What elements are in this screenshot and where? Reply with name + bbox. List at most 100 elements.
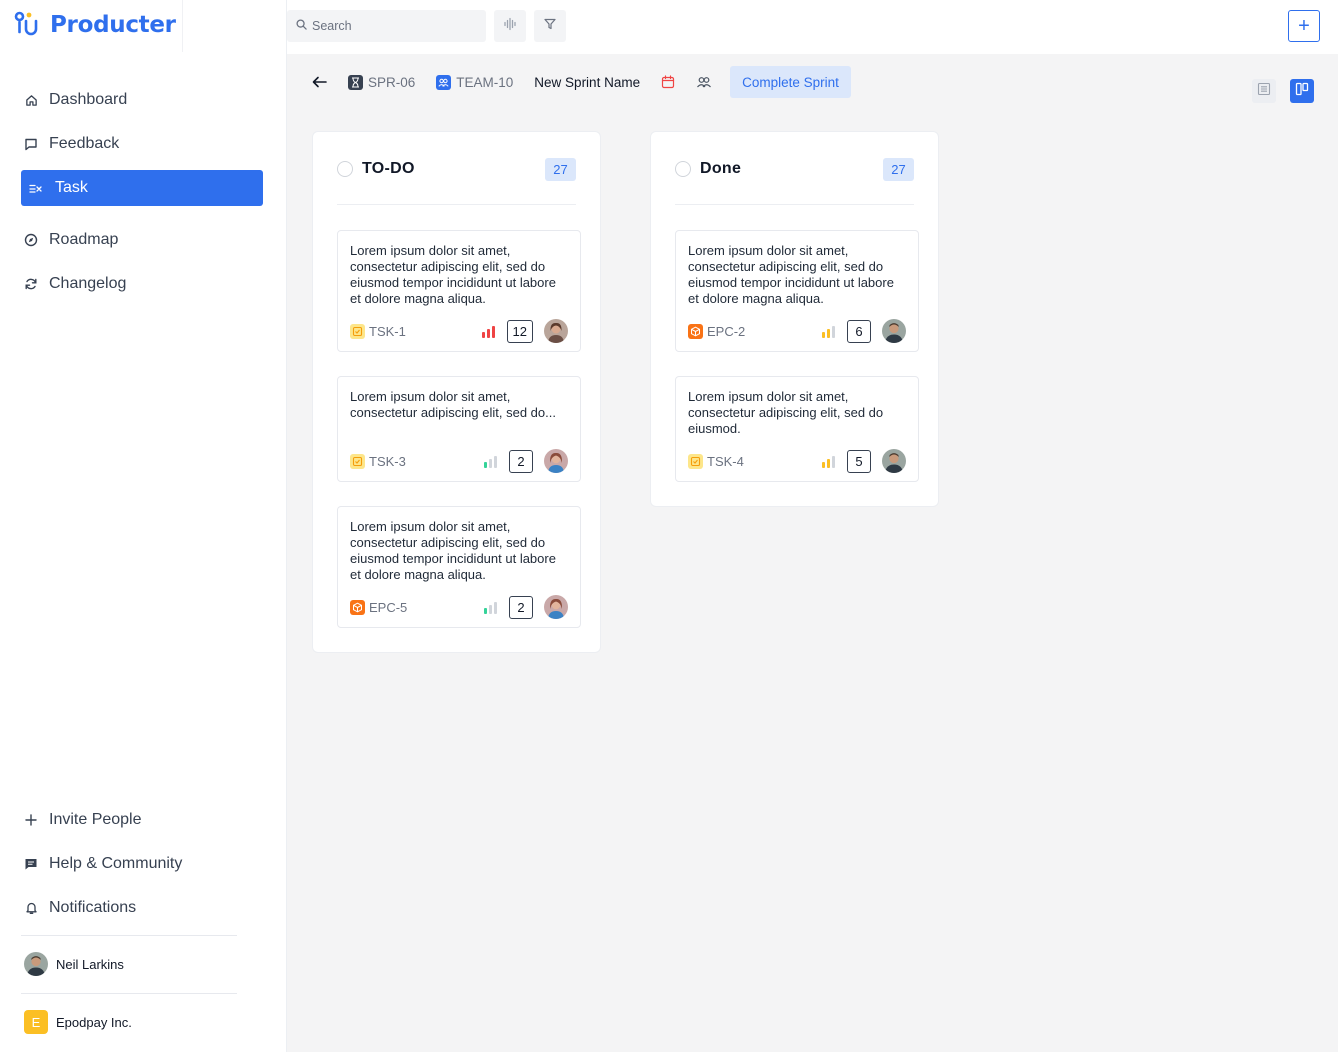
brand-name: Producter [50, 12, 176, 38]
card-id-tag[interactable]: EPC-5 [350, 599, 484, 615]
sidebar-divider [21, 993, 237, 994]
search-box[interactable] [287, 10, 486, 42]
card-description: Lorem ipsum dolor sit amet, consectetur … [350, 519, 556, 582]
priority-medium-icon[interactable] [822, 455, 835, 468]
epic-type-icon [688, 323, 703, 339]
sidebar-item-label: Roadmap [49, 231, 119, 248]
story-points[interactable]: 2 [509, 449, 533, 473]
sprint-header: SPR-06 TEAM-10 New Sprint Name Complete … [312, 66, 851, 98]
story-points[interactable]: 12 [506, 319, 533, 343]
priority-medium-icon[interactable] [822, 325, 835, 338]
column-status-radio[interactable] [675, 161, 691, 177]
voice-search-button[interactable] [494, 10, 526, 42]
priority-low-icon[interactable] [484, 455, 497, 468]
sprint-name[interactable]: New Sprint Name [534, 75, 640, 90]
list-view-icon [1257, 82, 1271, 101]
card-id-tag[interactable]: TSK-1 [350, 323, 482, 339]
add-button[interactable]: + [1288, 10, 1320, 42]
card-id: EPC-5 [369, 599, 408, 615]
board-view-button[interactable] [1290, 79, 1314, 103]
producter-logo-icon [14, 10, 42, 41]
filter-button[interactable] [534, 10, 566, 42]
card-id-tag[interactable]: TSK-4 [688, 453, 822, 469]
org-avatar: E [24, 1010, 48, 1034]
members-icon[interactable] [696, 76, 712, 88]
invite-people-item[interactable]: Invite People [21, 802, 263, 838]
card-id-tag[interactable]: EPC-2 [688, 323, 822, 339]
task-card[interactable]: Lorem ipsum dolor sit amet, consectetur … [337, 506, 581, 628]
sidebar-item-roadmap[interactable]: Roadmap [21, 222, 263, 258]
plus-icon [24, 813, 38, 827]
sidebar-item-label: Task [55, 179, 88, 196]
user-name: Neil Larkins [56, 956, 124, 972]
sidebar-item-label: Dashboard [49, 91, 128, 108]
task-card[interactable]: Lorem ipsum dolor sit amet, consectetur … [675, 230, 919, 352]
task-card[interactable]: Lorem ipsum dolor sit amet, consectetur … [337, 230, 581, 352]
sidebar-item-changelog[interactable]: Changelog [21, 266, 263, 302]
card-footer: TSK-3 2 [350, 449, 568, 473]
story-points[interactable]: 5 [847, 449, 871, 473]
invite-people-label: Invite People [49, 811, 142, 828]
card-description: Lorem ipsum dolor sit amet, consectetur … [688, 243, 894, 306]
sprint-id-chip[interactable]: SPR-06 [348, 74, 416, 90]
task-list-icon [29, 181, 43, 195]
back-arrow-icon[interactable] [312, 76, 330, 88]
waveform-icon [503, 17, 517, 36]
story-points[interactable]: 6 [847, 319, 871, 343]
card-id: TSK-4 [707, 453, 744, 469]
task-card[interactable]: Lorem ipsum dolor sit amet, consectetur … [675, 376, 919, 482]
card-description: Lorem ipsum dolor sit amet, consectetur … [350, 389, 556, 420]
sidebar-item-dashboard[interactable]: Dashboard [21, 82, 263, 118]
card-id: EPC-2 [707, 323, 746, 339]
calendar-icon[interactable] [661, 75, 675, 89]
brand[interactable]: Producter [14, 10, 176, 40]
assignee-avatar[interactable] [544, 319, 568, 343]
task-card[interactable]: Lorem ipsum dolor sit amet, consectetur … [337, 376, 581, 482]
column-header: TO-DO 27 [337, 156, 576, 182]
card-description: Lorem ipsum dolor sit amet, consectetur … [350, 243, 556, 306]
sidebar-item-feedback[interactable]: Feedback [21, 126, 263, 162]
assignee-avatar[interactable] [882, 319, 906, 343]
sidebar-divider [21, 935, 237, 936]
list-view-button[interactable] [1252, 79, 1276, 103]
column-divider [675, 204, 914, 205]
notifications-label: Notifications [49, 899, 137, 916]
complete-sprint-button[interactable]: Complete Sprint [730, 66, 851, 98]
assignee-avatar[interactable] [544, 449, 568, 473]
refresh-icon [24, 277, 38, 291]
team-icon [436, 74, 452, 90]
search-input[interactable] [312, 19, 472, 33]
card-footer: EPC-5 2 [350, 595, 568, 619]
story-points[interactable]: 2 [509, 595, 533, 619]
board-column-todo: TO-DO 27 Lorem ipsum dolor sit amet, con… [312, 131, 601, 653]
card-footer: TSK-1 12 [350, 319, 568, 343]
notifications-item[interactable]: Notifications [21, 890, 263, 926]
sidebar-item-label: Feedback [49, 135, 120, 152]
sprint-id: SPR-06 [368, 74, 416, 90]
priority-low-icon[interactable] [484, 601, 497, 614]
column-title: Done [700, 160, 742, 177]
assignee-avatar[interactable] [544, 595, 568, 619]
card-id-tag[interactable]: TSK-3 [350, 453, 484, 469]
message-square-icon [24, 137, 38, 151]
assignee-avatar[interactable] [882, 449, 906, 473]
team-id-chip[interactable]: TEAM-10 [436, 74, 513, 90]
user-profile[interactable]: Neil Larkins [24, 951, 124, 977]
org-switcher[interactable]: E Epodpay Inc. [24, 1009, 132, 1035]
help-community-item[interactable]: Help & Community [21, 846, 263, 882]
column-title: TO-DO [362, 160, 415, 177]
column-status-radio[interactable] [337, 161, 353, 177]
org-name: Epodpay Inc. [56, 1014, 132, 1030]
card-footer: TSK-4 5 [688, 449, 906, 473]
card-description: Lorem ipsum dolor sit amet, consectetur … [688, 389, 884, 436]
topbar: + [287, 0, 1338, 54]
avatar [24, 952, 48, 976]
main-nav: Dashboard Feedback Task Roadmap Changelo… [21, 82, 263, 310]
task-type-icon [688, 453, 703, 469]
card-footer: EPC-2 6 [688, 319, 906, 343]
compass-icon [24, 233, 38, 247]
priority-high-icon[interactable] [481, 325, 495, 338]
bell-icon [24, 901, 38, 915]
sidebar-item-task[interactable]: Task [21, 170, 263, 206]
epic-type-icon [350, 599, 365, 615]
